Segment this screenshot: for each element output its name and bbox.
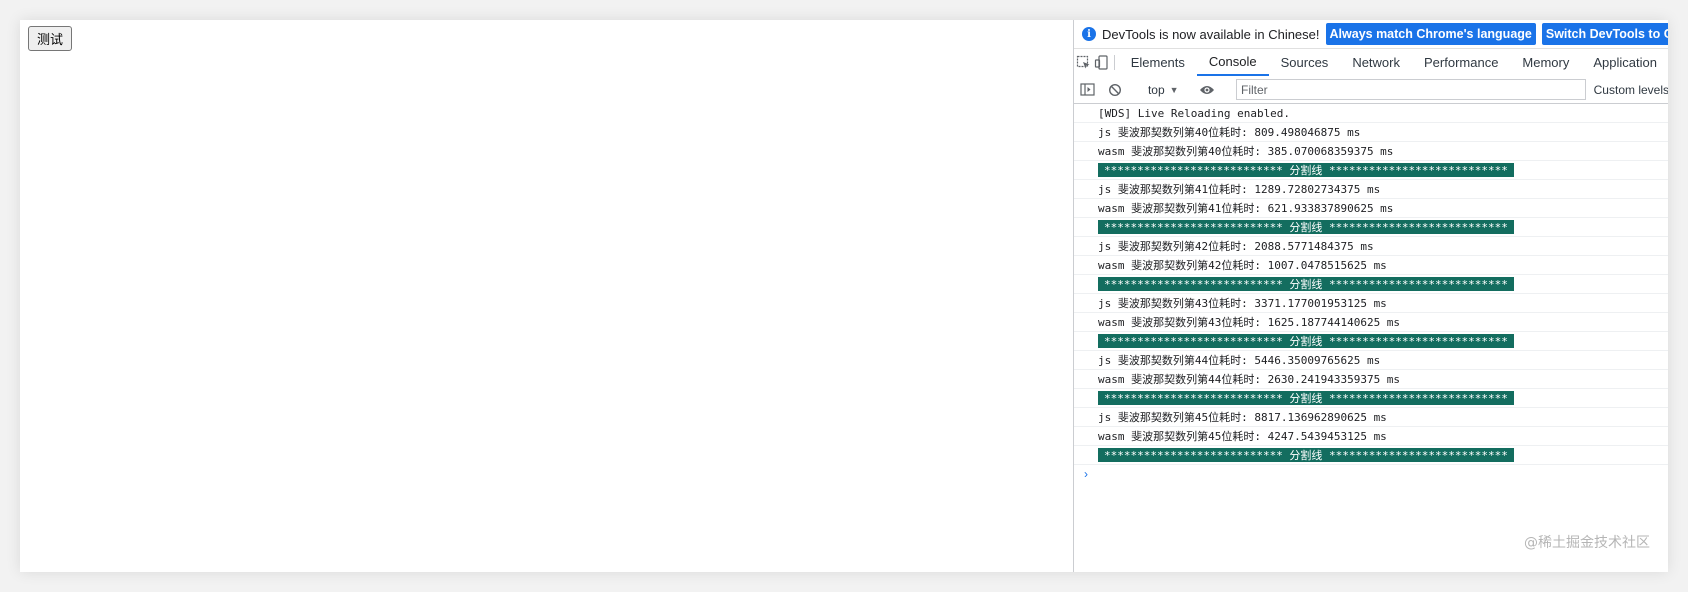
always-match-language-button[interactable]: Always match Chrome's language bbox=[1325, 23, 1536, 45]
console-prompt[interactable]: › bbox=[1074, 465, 1668, 483]
log-text: js 斐波那契数列第43位耗时: 3371.177001953125 ms bbox=[1098, 297, 1387, 310]
console-message-list: [WDS] Live Reloading enabled. js 斐波那契数列第4… bbox=[1074, 104, 1668, 465]
log-text: wasm 斐波那契数列第44位耗时: 2630.241943359375 ms bbox=[1098, 373, 1401, 386]
separator-text: *************************** 分割线 ********… bbox=[1098, 220, 1514, 234]
device-toolbar-icon[interactable] bbox=[1092, 49, 1110, 76]
tab-performance[interactable]: Performance bbox=[1412, 49, 1510, 76]
sidebar-toggle-icon[interactable] bbox=[1074, 83, 1101, 96]
console-filter-bar: top ▼ Custom levels bbox=[1074, 76, 1668, 104]
context-selector-value: top bbox=[1147, 82, 1165, 97]
console-log-row: js 斐波那契数列第44位耗时: 5446.35009765625 ms bbox=[1074, 351, 1668, 370]
custom-levels-dropdown[interactable]: Custom levels bbox=[1594, 83, 1668, 97]
tab-sources[interactable]: Sources bbox=[1269, 49, 1341, 76]
page-viewport: 测试 bbox=[20, 20, 1073, 572]
live-expression-eye-icon[interactable] bbox=[1194, 84, 1221, 96]
prompt-chevron-icon: › bbox=[1084, 467, 1088, 481]
console-log-row: js 斐波那契数列第40位耗时: 809.498046875 ms bbox=[1074, 123, 1668, 142]
info-icon: i bbox=[1082, 27, 1096, 41]
log-text: wasm 斐波那契数列第41位耗时: 621.933837890625 ms bbox=[1098, 202, 1394, 215]
log-text: wasm 斐波那契数列第45位耗时: 4247.5439453125 ms bbox=[1098, 430, 1387, 443]
console-separator-row: *************************** 分割线 ********… bbox=[1074, 389, 1668, 408]
console-log-row: js 斐波那契数列第43位耗时: 3371.177001953125 ms bbox=[1074, 294, 1668, 313]
devtools-language-infobar: i DevTools is now available in Chinese! … bbox=[1074, 20, 1668, 48]
clear-console-icon[interactable] bbox=[1101, 83, 1128, 97]
console-separator-row: *************************** 分割线 ********… bbox=[1074, 446, 1668, 465]
console-separator-row: *************************** 分割线 ********… bbox=[1074, 275, 1668, 294]
devtools-panel: i DevTools is now available in Chinese! … bbox=[1073, 20, 1668, 572]
tab-network[interactable]: Network bbox=[1340, 49, 1412, 76]
log-text: wasm 斐波那契数列第43位耗时: 1625.187744140625 ms bbox=[1098, 316, 1401, 329]
console-separator-row: *************************** 分割线 ********… bbox=[1074, 161, 1668, 180]
tab-elements[interactable]: Elements bbox=[1119, 49, 1197, 76]
log-text: js 斐波那契数列第45位耗时: 8817.136962890625 ms bbox=[1098, 411, 1387, 424]
console-log-row: wasm 斐波那契数列第42位耗时: 1007.0478515625 ms bbox=[1074, 256, 1668, 275]
console-log-row: [WDS] Live Reloading enabled. bbox=[1074, 104, 1668, 123]
devtools-tab-bar: Elements Console Sources Network Perform… bbox=[1074, 48, 1668, 77]
console-separator-row: *************************** 分割线 ********… bbox=[1074, 332, 1668, 351]
separator-text: *************************** 分割线 ********… bbox=[1098, 163, 1514, 177]
test-button[interactable]: 测试 bbox=[28, 26, 73, 51]
console-separator-row: *************************** 分割线 ********… bbox=[1074, 218, 1668, 237]
console-log-row: js 斐波那契数列第45位耗时: 8817.136962890625 ms bbox=[1074, 408, 1668, 427]
console-log-row: wasm 斐波那契数列第41位耗时: 621.933837890625 ms bbox=[1074, 199, 1668, 218]
log-text: [WDS] Live Reloading enabled. bbox=[1098, 106, 1291, 120]
tab-application[interactable]: Application bbox=[1581, 49, 1668, 76]
log-text: js 斐波那契数列第42位耗时: 2088.5771484375 ms bbox=[1098, 240, 1374, 253]
log-text: wasm 斐波那契数列第40位耗时: 385.070068359375 ms bbox=[1098, 145, 1394, 158]
console-log-row: js 斐波那契数列第41位耗时: 1289.72802734375 ms bbox=[1074, 180, 1668, 199]
tab-memory[interactable]: Memory bbox=[1510, 49, 1581, 76]
watermark: @稀土掘金技术社区 bbox=[1524, 535, 1650, 551]
console-filter-input[interactable] bbox=[1236, 79, 1586, 100]
caret-down-icon: ▼ bbox=[1169, 84, 1179, 95]
console-log-row: wasm 斐波那契数列第45位耗时: 4247.5439453125 ms bbox=[1074, 427, 1668, 446]
console-log-row: wasm 斐波那契数列第44位耗时: 2630.241943359375 ms bbox=[1074, 370, 1668, 389]
separator-text: *************************** 分割线 ********… bbox=[1098, 391, 1514, 405]
log-text: js 斐波那契数列第40位耗时: 809.498046875 ms bbox=[1098, 126, 1361, 139]
log-text: wasm 斐波那契数列第42位耗时: 1007.0478515625 ms bbox=[1098, 259, 1387, 272]
log-text: js 斐波那契数列第44位耗时: 5446.35009765625 ms bbox=[1098, 354, 1381, 367]
separator-text: *************************** 分割线 ********… bbox=[1098, 448, 1514, 462]
console-log-row: wasm 斐波那契数列第43位耗时: 1625.187744140625 ms bbox=[1074, 313, 1668, 332]
switch-to-chinese-button[interactable]: Switch DevTools to Chinese bbox=[1541, 23, 1668, 45]
console-messages: [WDS] Live Reloading enabled. js 斐波那契数列第4… bbox=[1074, 104, 1668, 572]
infobar-message: DevTools is now available in Chinese! bbox=[1102, 26, 1320, 42]
separator-text: *************************** 分割线 ********… bbox=[1098, 277, 1514, 291]
console-log-row: js 斐波那契数列第42位耗时: 2088.5771484375 ms bbox=[1074, 237, 1668, 256]
toolbar-divider bbox=[1114, 55, 1115, 70]
browser-window: 测试 i DevTools is now available in Chines… bbox=[20, 20, 1668, 572]
separator-text: *************************** 分割线 ********… bbox=[1098, 334, 1514, 348]
tab-console[interactable]: Console bbox=[1196, 49, 1269, 76]
inspect-element-icon[interactable] bbox=[1074, 49, 1092, 76]
context-selector[interactable]: top ▼ bbox=[1142, 83, 1185, 97]
log-text: js 斐波那契数列第41位耗时: 1289.72802734375 ms bbox=[1098, 183, 1381, 196]
console-log-row: wasm 斐波那契数列第40位耗时: 385.070068359375 ms bbox=[1074, 142, 1668, 161]
